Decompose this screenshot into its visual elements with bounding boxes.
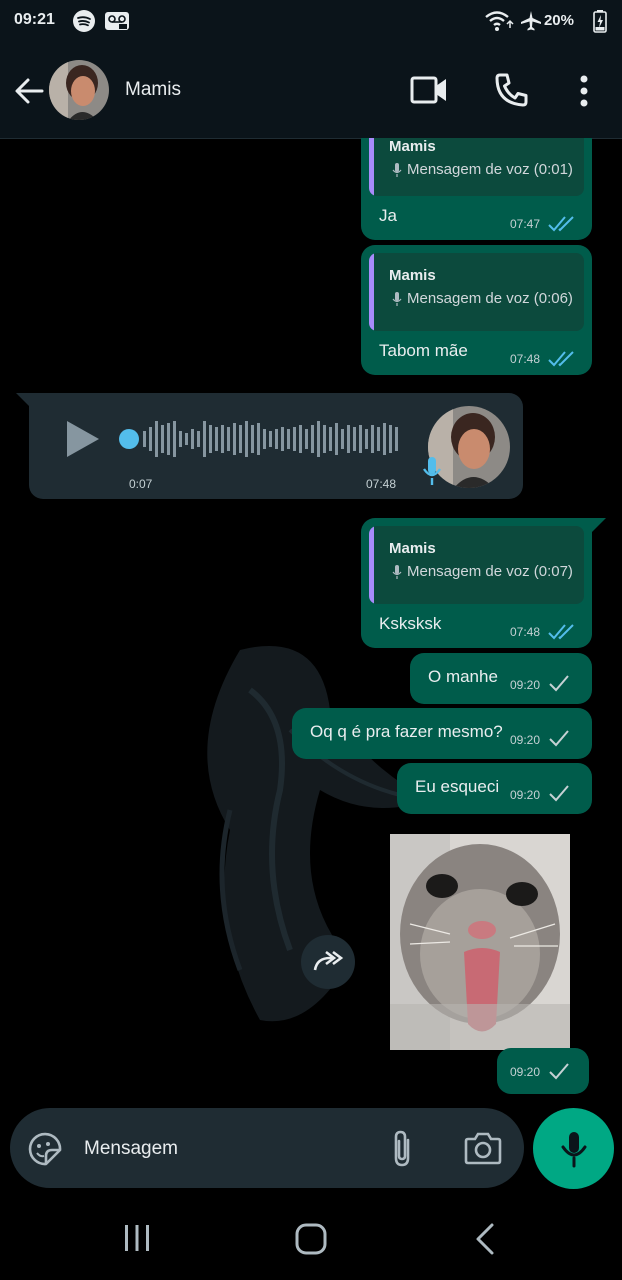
back-nav-icon[interactable] [472, 1222, 498, 1256]
message-bubble-outgoing[interactable]: O manhe 09:20 [410, 653, 592, 704]
home-icon[interactable] [294, 1222, 328, 1256]
read-double-check-icon [548, 216, 574, 232]
message-text: Eu esqueci [415, 777, 500, 796]
chat-header: Mamis [0, 44, 622, 139]
quote-text: Mensagem de voz (0:06) [407, 290, 573, 307]
record-voice-button[interactable] [533, 1108, 614, 1189]
mic-icon [423, 457, 441, 485]
message-bubble-outgoing[interactable]: Oq q é pra fazer mesmo? 09:20 [292, 708, 592, 759]
message-time: 07:47 [510, 217, 541, 231]
quote-text: Mensagem de voz (0:01) [407, 161, 573, 178]
status-time: 09:21 [14, 11, 55, 28]
system-nav-bar [0, 1190, 622, 1280]
message-text: Tabom mãe [379, 341, 468, 360]
back-arrow-icon[interactable] [12, 74, 46, 108]
message-bubble-outgoing[interactable]: Mamis Mensagem de voz (0:01) Ja 07:47 [361, 138, 592, 240]
wifi-icon [485, 11, 514, 31]
status-bar: 09:21 20% [0, 0, 622, 44]
read-double-check-icon [548, 624, 574, 640]
quote-text: Mensagem de voz (0:07) [407, 563, 573, 580]
image-message-footer[interactable]: 09:20 [497, 1048, 589, 1094]
reply-quote[interactable]: Mamis Mensagem de voz (0:06) [369, 253, 584, 331]
recent-apps-icon[interactable] [120, 1223, 154, 1253]
quote-sender: Mamis [389, 267, 436, 284]
quote-sender: Mamis [389, 540, 436, 557]
mic-icon [392, 163, 402, 177]
message-text: Ja [379, 206, 397, 225]
voice-duration: 0:07 [129, 477, 153, 491]
quote-accent-bar [369, 526, 374, 604]
mic-icon [392, 292, 402, 306]
message-time: 07:48 [366, 477, 397, 491]
voice-call-icon[interactable] [494, 72, 528, 108]
attach-icon[interactable] [388, 1128, 416, 1168]
message-text: Ksksksk [379, 614, 442, 633]
sent-check-icon [549, 675, 569, 692]
mic-icon [392, 565, 402, 579]
quote-sender: Mamis [389, 138, 436, 155]
avatar[interactable] [48, 59, 110, 121]
reply-quote[interactable]: Mamis Mensagem de voz (0:01) [369, 138, 584, 196]
spotify-icon [73, 10, 95, 32]
message-bubble-outgoing[interactable]: Mamis Mensagem de voz (0:07) Ksksksk 07:… [361, 518, 592, 648]
message-time: 09:20 [510, 1065, 541, 1079]
read-double-check-icon [548, 351, 574, 367]
battery-icon [593, 10, 607, 33]
play-icon[interactable] [65, 419, 101, 459]
sent-check-icon [549, 1063, 569, 1080]
contact-name[interactable]: Mamis [125, 79, 181, 101]
message-time: 07:48 [510, 625, 541, 639]
message-text: O manhe [428, 667, 498, 686]
more-options-icon[interactable] [574, 74, 594, 108]
mic-icon [561, 1132, 587, 1168]
sent-check-icon [549, 730, 569, 747]
reply-quote[interactable]: Mamis Mensagem de voz (0:07) [369, 526, 584, 604]
message-time: 09:20 [510, 788, 541, 802]
quote-accent-bar [369, 253, 374, 331]
voice-message-incoming[interactable]: 0:07 07:48 [29, 393, 523, 499]
voice-waveform[interactable] [117, 413, 407, 465]
voicemail-icon [105, 12, 129, 30]
message-text: Oq q é pra fazer mesmo? [310, 722, 503, 741]
forward-button[interactable] [301, 935, 355, 989]
message-time: 09:20 [510, 678, 541, 692]
message-time: 09:20 [510, 733, 541, 747]
sticker-icon[interactable] [26, 1130, 64, 1168]
message-input[interactable] [82, 1130, 366, 1168]
message-bubble-outgoing[interactable]: Mamis Mensagem de voz (0:06) Tabom mãe 0… [361, 245, 592, 375]
cat-photo[interactable] [390, 834, 570, 1050]
message-bubble-outgoing[interactable]: Eu esqueci 09:20 [397, 763, 592, 814]
sent-check-icon [549, 785, 569, 802]
message-composer [10, 1108, 524, 1188]
forward-icon [313, 950, 344, 971]
video-call-icon[interactable] [410, 74, 448, 106]
message-time: 07:48 [510, 352, 541, 366]
quote-accent-bar [369, 138, 374, 196]
battery-percent: 20% [543, 12, 574, 29]
airplane-icon [521, 11, 541, 31]
camera-icon[interactable] [464, 1130, 502, 1166]
